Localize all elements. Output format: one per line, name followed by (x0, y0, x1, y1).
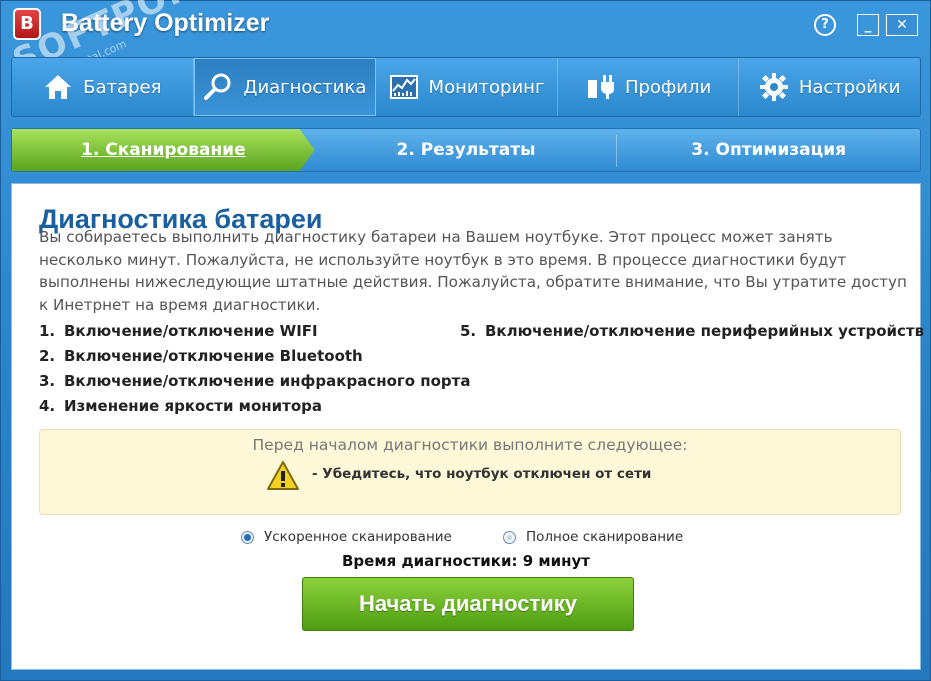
tab-label: Мониторинг (428, 76, 545, 98)
step-label: 2. Результаты (396, 140, 536, 160)
radio-full-scan[interactable]: Полное сканирование (503, 529, 683, 545)
tab-label: Диагностика (243, 76, 367, 98)
tab-label: Профили (624, 76, 712, 98)
list-number: 2. (39, 347, 56, 365)
main-nav: Батарея Диагностика Мониторинг Профили Н… (11, 57, 921, 117)
list-item: 1. Включение/отключение WIFI (39, 319, 470, 344)
start-diagnostics-button[interactable]: Начать диагностику (302, 577, 634, 631)
scan-mode-options: Ускоренное сканирование Полное сканирова… (12, 529, 920, 549)
app-window: B Battery Optimizer ? _ ✕ SOFTPORTAL www… (0, 0, 931, 681)
step-results[interactable]: 2. Результаты (315, 129, 618, 171)
list-text: Включение/отключение периферийных устрой… (485, 322, 925, 340)
list-text: Включение/отключение WIFI (64, 322, 318, 340)
step-scan[interactable]: 1. Сканирование (12, 129, 315, 171)
notice-item: - Убедитесь, что ноутбук отключен от сет… (312, 466, 652, 482)
plug-icon (585, 72, 615, 102)
chart-monitor-icon (389, 72, 419, 102)
diagnostic-duration: Время диагностики: 9 минут (342, 552, 590, 570)
actions-list-right: 5. Включение/отключение периферийных устр… (460, 319, 924, 344)
step-bar: 1. Сканирование 2. Результаты 3. Оптимиз… (11, 128, 921, 172)
home-icon (43, 72, 73, 102)
radio-unselected-icon[interactable] (503, 530, 516, 544)
content-panel: Диагностика батареи Вы собираетесь выпол… (11, 183, 924, 670)
radio-quick-scan[interactable]: Ускоренное сканирование (241, 529, 452, 545)
tab-profiles[interactable]: Профили (558, 58, 740, 116)
gear-icon (759, 72, 789, 102)
list-item: 4. Изменение яркости монитора (39, 394, 470, 419)
help-button[interactable]: ? (814, 14, 836, 36)
list-number: 4. (39, 397, 56, 415)
radio-label: Полное сканирование (526, 529, 684, 545)
radio-selected-icon[interactable] (241, 530, 254, 544)
list-text: Изменение яркости монитора (64, 397, 322, 415)
list-number: 3. (39, 372, 56, 390)
notice-title: Перед началом диагностики выполните след… (252, 436, 688, 454)
warning-icon (266, 460, 300, 492)
intro-text: Вы собираетесь выполнить диагностику бат… (39, 228, 907, 314)
tab-settings[interactable]: Настройки (739, 58, 920, 116)
list-number: 1. (39, 322, 56, 340)
radio-label: Ускоренное сканирование (264, 529, 452, 545)
list-item: 3. Включение/отключение инфракрасного пор… (39, 369, 470, 394)
close-button[interactable]: ✕ (886, 14, 918, 36)
list-item: 2. Включение/отключение Bluetooth (39, 344, 470, 369)
actions-list-left: 1. Включение/отключение WIFI 2. Включение/… (39, 319, 470, 419)
list-text: Включение/отключение инфракрасного порта (64, 372, 471, 390)
tab-battery[interactable]: Батарея (12, 58, 194, 116)
minimize-button[interactable]: _ (857, 14, 879, 36)
notice-box: Перед началом диагностики выполните след… (39, 429, 901, 515)
tab-monitoring[interactable]: Мониторинг (376, 58, 558, 116)
tab-diagnostics[interactable]: Диагностика (193, 58, 377, 116)
step-optimize[interactable]: 3. Оптимизация (617, 129, 920, 171)
list-number: 5. (460, 322, 477, 340)
tab-label: Настройки (798, 76, 901, 98)
tab-label: Батарея (83, 76, 162, 98)
list-item: 5. Включение/отключение периферийных устр… (460, 319, 924, 344)
list-text: Включение/отключение Bluetooth (64, 347, 363, 365)
magnifier-icon (203, 72, 233, 102)
